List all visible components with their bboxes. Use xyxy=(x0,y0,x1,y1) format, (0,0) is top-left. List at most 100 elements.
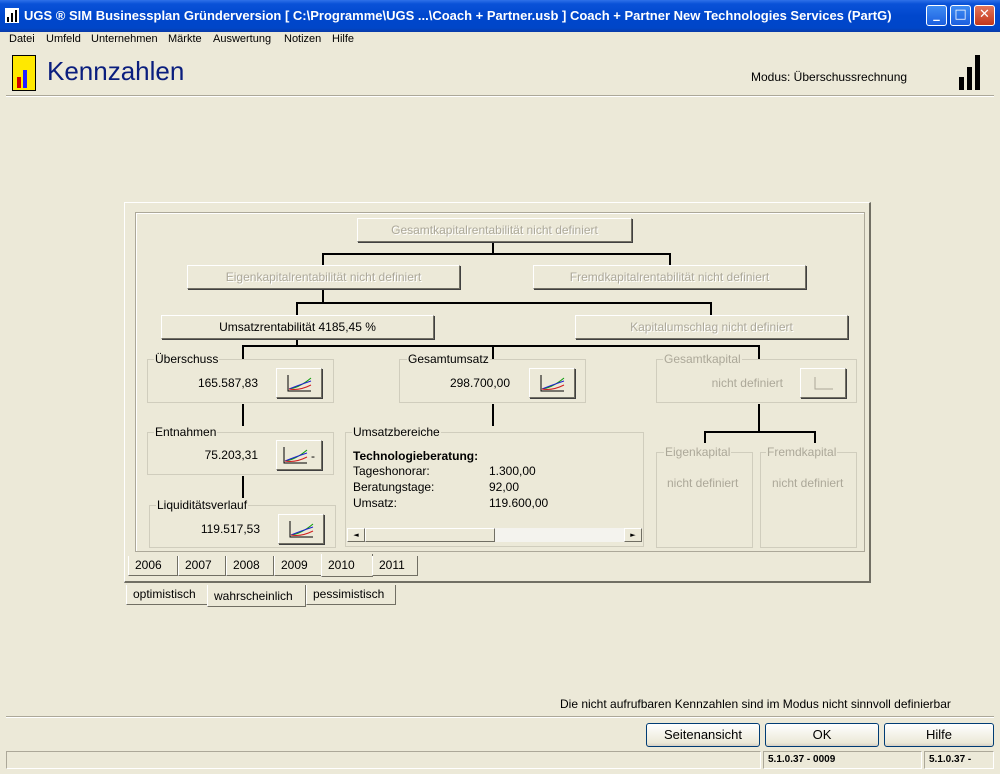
tab-year-2009[interactable]: 2009 xyxy=(274,556,322,576)
umsatz-row-name: Beratungstage: xyxy=(353,480,435,494)
header-separator xyxy=(6,95,994,97)
connector xyxy=(322,288,324,303)
gesamtkapital-label: Gesamtkapital xyxy=(663,352,742,366)
close-button[interactable]: ✕ xyxy=(974,5,995,26)
minimize-icon: _ xyxy=(933,7,940,22)
hilfe-button[interactable]: Hilfe xyxy=(884,723,994,747)
gesamtkapitalrentabilitaet-button[interactable]: Gesamtkapitalrentabilität nicht definier… xyxy=(357,218,632,242)
connector xyxy=(242,476,244,498)
ueberschuss-chart-button[interactable] xyxy=(276,368,322,398)
line-chart-icon xyxy=(287,375,312,392)
tab-year-2007[interactable]: 2007 xyxy=(178,556,226,576)
scroll-left-button[interactable]: ◄ xyxy=(347,528,365,542)
fremdkapital-group xyxy=(760,452,857,548)
tab-optimistisch[interactable]: optimistisch xyxy=(126,585,208,605)
maximize-icon: □ xyxy=(954,7,967,22)
status-cell-main xyxy=(6,751,761,769)
kennzahlen-logo-icon xyxy=(12,55,36,91)
title-bar: UGS ® SIM Businessplan Gründerversion [ … xyxy=(0,0,1000,32)
connector xyxy=(242,404,244,426)
connector xyxy=(322,253,671,255)
entnahmen-suffix: - xyxy=(311,449,315,463)
connector xyxy=(758,345,760,359)
empty-chart-icon xyxy=(814,377,833,390)
connector xyxy=(704,431,706,443)
menu-notizen[interactable]: Notizen xyxy=(284,33,321,45)
menu-bar: Datei Umfeld Unternehmen Märkte Auswertu… xyxy=(0,32,1000,48)
gesamtkapital-chart-button[interactable] xyxy=(800,368,846,398)
status-version-short: 5.1.0.37 - xyxy=(924,751,994,769)
tab-year-2008[interactable]: 2008 xyxy=(226,556,274,576)
arrow-left-icon: ◄ xyxy=(353,531,359,539)
footer-note: Die nicht aufrufbaren Kennzahlen sind im… xyxy=(560,697,951,711)
fremdkapital-value: nicht definiert xyxy=(772,476,844,490)
menu-auswertung[interactable]: Auswertung xyxy=(213,33,271,45)
connector xyxy=(492,345,494,359)
kapitalumschlag-button[interactable]: Kapitalumschlag nicht definiert xyxy=(575,315,848,339)
scroll-right-button[interactable]: ► xyxy=(624,528,642,542)
gesamtkapital-value: nicht definiert xyxy=(711,376,783,390)
connector xyxy=(758,404,760,432)
seitenansicht-button[interactable]: Seitenansicht xyxy=(646,723,760,747)
gesamtumsatz-value: 298.700,00 xyxy=(449,376,510,390)
menu-umfeld[interactable]: Umfeld xyxy=(46,33,81,45)
page-title: Kennzahlen xyxy=(47,56,185,86)
maximize-button[interactable]: □ xyxy=(950,5,971,26)
window-title: UGS ® SIM Businessplan Gründerversion [ … xyxy=(24,8,892,23)
footer-separator xyxy=(6,716,994,718)
tab-year-2006[interactable]: 2006 xyxy=(128,556,178,576)
umsatzbereiche-label: Umsatzbereiche xyxy=(352,425,441,439)
connector xyxy=(296,302,298,315)
app-icon xyxy=(5,8,19,23)
minimize-button[interactable]: _ xyxy=(926,5,947,26)
eigenkapital-value: nicht definiert xyxy=(667,476,739,490)
menu-unternehmen[interactable]: Unternehmen xyxy=(91,33,158,45)
entnahmen-value: 75.203,31 xyxy=(204,448,258,462)
arrow-right-icon: ► xyxy=(630,531,636,539)
line-chart-icon xyxy=(289,521,314,538)
menu-maerkte[interactable]: Märkte xyxy=(168,33,202,45)
fremdkapital-label: Fremdkapital xyxy=(766,445,838,459)
status-version: 5.1.0.37 - 0009 xyxy=(763,751,922,769)
umsatz-row-value: 119.600,00 xyxy=(489,496,549,510)
gesamtumsatz-chart-button[interactable] xyxy=(529,368,575,398)
eigenkapitalrentabilitaet-button[interactable]: Eigenkapitalrentabilität nicht definiert xyxy=(187,265,460,289)
connector xyxy=(242,345,244,359)
eigenkapital-label: Eigenkapital xyxy=(664,445,732,459)
tab-year-2011[interactable]: 2011 xyxy=(372,556,418,576)
line-chart-icon xyxy=(540,375,565,392)
ok-button[interactable]: OK xyxy=(765,723,879,747)
chart-bars-icon xyxy=(959,55,980,90)
umsatzbereich-heading: Technologieberatung: xyxy=(353,449,479,463)
connector xyxy=(242,345,760,347)
menu-hilfe[interactable]: Hilfe xyxy=(332,33,354,45)
mode-label: Modus: Überschussrechnung xyxy=(751,70,908,84)
tab-pessimistisch[interactable]: pessimistisch xyxy=(306,585,396,605)
connector xyxy=(710,302,712,315)
entnahmen-label: Entnahmen xyxy=(154,425,218,439)
umsatz-row-name: Umsatz: xyxy=(353,496,398,510)
menu-datei[interactable]: Datei xyxy=(9,33,35,45)
horizontal-scrollbar[interactable]: ◄ ► xyxy=(347,528,642,542)
tab-wahrscheinlich[interactable]: wahrscheinlich xyxy=(207,585,306,607)
connector xyxy=(296,302,712,304)
umsatz-row-value: 92,00 xyxy=(489,480,520,494)
entnahmen-chart-button[interactable]: - xyxy=(276,440,322,470)
liquiditaet-label: Liquiditätsverlauf xyxy=(156,498,249,512)
fremdkapitalrentabilitaet-button[interactable]: Fremdkapitalrentabilität nicht definiert xyxy=(533,265,806,289)
ueberschuss-label: Überschuss xyxy=(154,352,220,366)
umsatzrentabilitaet-button[interactable]: Umsatzrentabilität 4185,45 % xyxy=(161,315,434,339)
gesamtumsatz-label: Gesamtumsatz xyxy=(407,352,490,366)
ueberschuss-value: 165.587,83 xyxy=(197,376,258,390)
scroll-thumb[interactable] xyxy=(365,528,495,542)
eigenkapital-group xyxy=(656,452,753,548)
connector xyxy=(492,404,494,426)
liquiditaet-value: 119.517,53 xyxy=(200,522,260,536)
connector xyxy=(814,431,816,443)
umsatz-row-name: Tageshonorar: xyxy=(353,464,430,478)
connector xyxy=(704,431,816,433)
tab-year-2010[interactable]: 2010 xyxy=(321,554,373,577)
close-icon: ✕ xyxy=(979,7,990,22)
umsatz-row-value: 1.300,00 xyxy=(489,464,536,478)
liquiditaet-chart-button[interactable] xyxy=(278,514,324,544)
